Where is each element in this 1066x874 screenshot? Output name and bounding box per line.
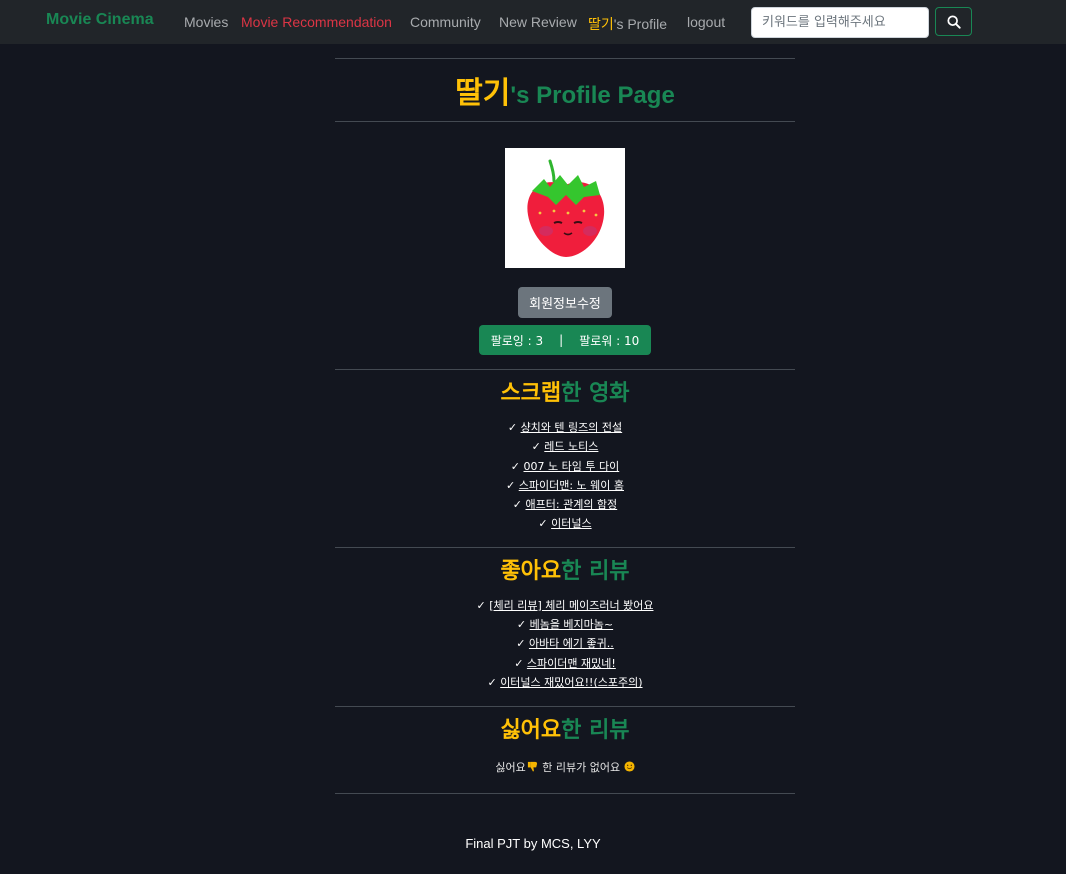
search-input[interactable] [751, 7, 929, 38]
liked-review-link[interactable]: 스파이더맨 재밌네! [527, 657, 616, 670]
scrapped-movie-link[interactable]: 스파이더맨: 노 웨이 홈 [519, 479, 624, 492]
check-icon: ✓ [476, 598, 486, 612]
check-icon: ✓ [531, 440, 541, 454]
search-icon [946, 14, 961, 29]
nav-movies[interactable]: Movies [184, 14, 228, 30]
liked-review-link[interactable]: 베놈을 베지마놈~ [530, 618, 614, 631]
footer: Final PJT by MCS, LYY [465, 836, 601, 851]
scrapped-title-highlight: 스크랩 [500, 381, 562, 406]
list-item: ✓ 이터널스 [335, 514, 795, 533]
list-item: ✓ 이터널스 재밌어요!!(스포주의) [335, 673, 795, 692]
check-icon: ✓ [514, 656, 524, 670]
followers-count[interactable]: 팔로워 : 10 [579, 332, 639, 349]
divider [335, 121, 795, 122]
following-count[interactable]: 팔로잉 : 3 [491, 332, 543, 349]
liked-review-link[interactable]: 이터널스 재밌어요!!(스포주의) [500, 676, 642, 689]
nav-logout[interactable]: logout [687, 14, 725, 30]
scrapped-movie-link[interactable]: 이터널스 [551, 517, 591, 530]
nav-profile[interactable]: 딸기's Profile [588, 14, 667, 34]
list-item: ✓ 베놈을 베지마놈~ [335, 615, 795, 634]
scrapped-movie-link[interactable]: 007 노 타임 투 다이 [524, 460, 620, 473]
brand-link[interactable]: Movie Cinema [46, 11, 154, 29]
list-item: ✓ 스파이더맨: 노 웨이 홈 [335, 476, 795, 495]
check-icon: ✓ [487, 675, 497, 689]
avatar [505, 148, 625, 268]
profile-container: 딸기's Profile Page 회원정보수정 팔로잉 : 3 | 팔로워:… [335, 44, 795, 795]
liked-title-rest: 한 리뷰 [561, 558, 630, 584]
scrapped-title-rest: 한 영화 [561, 381, 630, 406]
check-icon: ✓ [516, 637, 526, 651]
liked-review-link[interactable]: [체리 리뷰] 체리 메이즈러너 봤어요 [489, 599, 653, 612]
list-item: ✓ 스파이더맨 재밌네! [335, 654, 795, 673]
check-icon: ✓ [506, 478, 516, 492]
liked-review-link[interactable]: 아바타 에기 좋귀.. [529, 637, 614, 650]
top-navbar: Movie Cinema Movies Movie Recommendation… [0, 0, 1066, 44]
strawberry-avatar [527, 159, 605, 257]
scrapped-movie-link[interactable]: 레드 노티스 [544, 440, 598, 453]
nav-profile-name: 딸기 [588, 16, 614, 32]
page-title-suffix: 's Profile Page [510, 82, 675, 109]
scrapped-movies-list: ✓ 샹치와 텐 링즈의 전설 ✓ 레드 노티스 ✓ 007 노 타임 투 다이 … [335, 418, 795, 534]
scrapped-movie-link[interactable]: 애프터: 관계의 함정 [526, 498, 618, 511]
disliked-reviews-title: 싫어요한 리뷰 [335, 707, 795, 755]
check-icon: ✓ [507, 421, 518, 434]
smile-icon [624, 761, 635, 772]
liked-title-highlight: 좋아요 [500, 558, 562, 584]
page-title: 딸기's Profile Page [335, 59, 795, 121]
follow-separator: | [559, 333, 564, 347]
disliked-reviews-section: 싫어요한 리뷰 싫어요 한 리뷰가 없어요 [335, 707, 795, 779]
list-item: ✓ 아바타 에기 좋귀.. [335, 634, 795, 653]
follow-stats: 팔로잉 : 3 | 팔로워 : 10 [479, 325, 651, 355]
liked-reviews-section: 좋아요한 리뷰 ✓ [체리 리뷰] 체리 메이즈러너 봤어요 ✓ 베놈을 베지마… [335, 548, 795, 692]
disliked-empty-message: 싫어요 한 리뷰가 없어요 [335, 757, 795, 779]
list-item: ✓ [체리 리뷰] 체리 메이즈러너 봤어요 [335, 596, 795, 615]
check-icon: ✓ [516, 618, 527, 632]
divider [335, 793, 795, 795]
nav-profile-suffix: 's Profile [613, 16, 668, 32]
check-icon: ✓ [538, 517, 548, 531]
liked-reviews-title: 좋아요한 리뷰 [335, 548, 795, 596]
nav-community[interactable]: Community [410, 14, 481, 30]
nav-new-review[interactable]: New Review [499, 14, 577, 30]
liked-reviews-list: ✓ [체리 리뷰] 체리 메이즈러너 봤어요 ✓ 베놈을 베지마놈~ ✓ 아바타… [335, 596, 795, 692]
scrapped-movie-link[interactable]: 샹치와 텐 링즈의 전설 [521, 421, 623, 434]
list-item: ✓ 007 노 타임 투 다이 [335, 457, 795, 476]
list-item: ✓ 애프터: 관계의 함정 [335, 495, 795, 514]
disliked-title-rest: 한 리뷰 [561, 718, 630, 744]
scrapped-movies-section: 스크랩한 영화 ✓ 샹치와 텐 링즈의 전설 ✓ 레드 노티스 ✓ 007 노 … [335, 370, 795, 534]
check-icon: ✓ [510, 459, 520, 473]
disliked-title-highlight: 싫어요 [500, 718, 562, 744]
thumbs-down-icon [527, 762, 537, 772]
avatar-wrapper [335, 148, 795, 268]
empty-message-prefix: 싫어요 [495, 761, 526, 775]
scrapped-movies-title: 스크랩한 영화 [335, 370, 795, 418]
nav-movie-recommendation[interactable]: Movie Recommendation [241, 14, 392, 30]
edit-profile-button[interactable]: 회원정보수정 [518, 287, 612, 318]
empty-message-text: 한 리뷰가 없어요 [542, 761, 621, 775]
page-title-name: 딸기 [455, 77, 511, 110]
list-item: ✓ 레드 노티스 [335, 437, 795, 456]
check-icon: ✓ [512, 498, 523, 512]
list-item: ✓ 샹치와 텐 링즈의 전설 [335, 418, 795, 437]
search-button[interactable] [935, 7, 972, 36]
